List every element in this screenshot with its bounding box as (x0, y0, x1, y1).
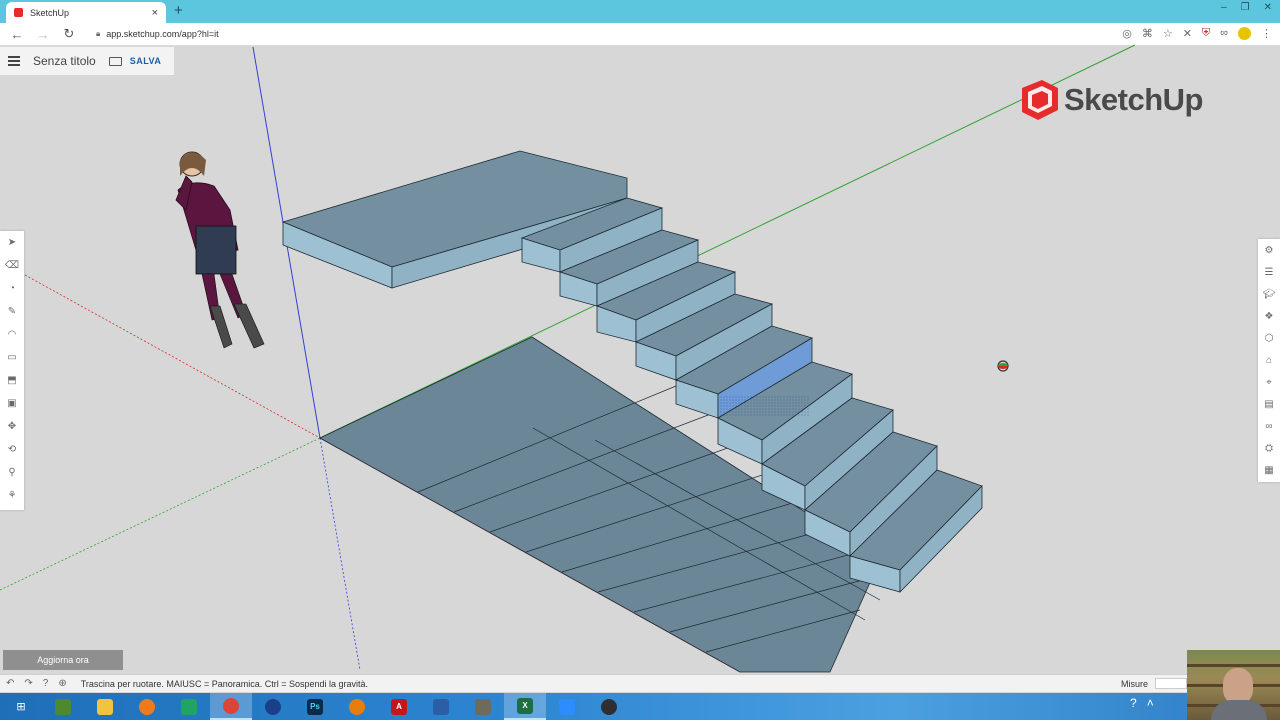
logo-text: SketchUp (1064, 82, 1203, 117)
help-icon[interactable]: ? (43, 678, 49, 689)
materials-icon[interactable]: ⌂ (1258, 349, 1280, 371)
measurements-input[interactable] (1155, 678, 1187, 689)
sketchup-logo-icon (1022, 80, 1058, 120)
blue-axis-negative (319, 437, 361, 671)
status-hint: Trascina per ruotare. MAIUSC = Panoramic… (80, 678, 369, 689)
solid-inspector-icon[interactable]: ⛭ (1258, 437, 1280, 459)
tags-icon[interactable]: ⌖ (1258, 371, 1280, 393)
left-toolbar: ➤ ⌫ ◔ ✎ ◠ ▭ ⬒ ▣ ✥ ⟲ ⚲ ⚘ (0, 231, 24, 510)
system-tray: ? ˄ (1130, 696, 1154, 710)
sheets-icon[interactable] (168, 693, 210, 720)
sketchup-logo: SketchUp (1018, 78, 1203, 122)
presenter-shirt (1211, 700, 1267, 720)
move-tool-icon[interactable]: ▣ (0, 392, 24, 415)
paint-bucket-tool-icon[interactable]: ◔ (0, 277, 24, 300)
selection-hatch (720, 396, 810, 416)
hamburger-menu-icon[interactable] (8, 56, 20, 66)
file-explorer-icon[interactable] (84, 693, 126, 720)
arc-tool-icon[interactable]: ◠ (0, 323, 24, 346)
globe-icon[interactable]: ⊕ (58, 678, 66, 689)
excel-icon[interactable]: X (504, 693, 546, 720)
cinema4d-icon[interactable] (252, 693, 294, 720)
entity-info-icon[interactable]: ⚙ (1258, 239, 1280, 261)
minecraft-icon[interactable] (42, 693, 84, 720)
status-icons: ↶ ↷ ? ⊕ (6, 678, 67, 689)
walk-tool-icon[interactable]: ⚘ (0, 484, 24, 507)
blender-icon[interactable] (336, 693, 378, 720)
instructor-icon[interactable]: 🎓︎ (1258, 283, 1280, 305)
orbit-tool-icon[interactable]: ⟲ (0, 438, 24, 461)
webcam-overlay (1187, 650, 1280, 720)
offset-tool-icon[interactable]: ✥ (0, 415, 24, 438)
save-button[interactable]: SALVA (130, 56, 162, 66)
redo-icon[interactable]: ↷ (24, 678, 32, 689)
tray-chevron-icon[interactable]: ˄ (1147, 696, 1154, 710)
presenter-face (1223, 668, 1253, 704)
document-title[interactable]: Senza titolo (33, 54, 96, 68)
app-header: Senza titolo SALVA (0, 47, 174, 75)
scenes-icon[interactable]: ▤ (1258, 393, 1280, 415)
right-panel-toolbar: ⚙ ☰ 🎓︎ ❖ ⬡ ⌂ ⌖ ▤ ∞ ⛭ ▦ (1258, 239, 1280, 482)
push-pull-tool-icon[interactable]: ⬒ (0, 369, 24, 392)
display-icon[interactable]: ∞ (1258, 415, 1280, 437)
red-axis-negative (24, 274, 321, 439)
firefox-icon[interactable] (126, 693, 168, 720)
green-axis-negative (0, 437, 321, 591)
select-tool-icon[interactable]: ➤ (0, 231, 24, 254)
acrobat-icon[interactable]: A (378, 693, 420, 720)
tape-measure-tool-icon[interactable]: ⚲ (0, 461, 24, 484)
eraser-tool-icon[interactable]: ⌫ (0, 254, 24, 277)
update-now-button[interactable]: Aggiorna ora (3, 650, 123, 670)
help-tray-icon[interactable]: ? (1130, 696, 1137, 710)
orbit-cursor-icon (997, 360, 1009, 372)
zoom-icon[interactable] (546, 693, 588, 720)
extensions-icon[interactable]: ▦ (1258, 459, 1280, 481)
folder-icon[interactable] (108, 56, 122, 66)
chrome-icon[interactable] (210, 693, 252, 720)
windows-taskbar: ⊞ Ps A X ? ˄ (0, 693, 1280, 720)
undo-icon[interactable]: ↶ (6, 678, 14, 689)
start-button-icon[interactable]: ⊞ (0, 693, 42, 720)
outliner-icon[interactable]: ☰ (1258, 261, 1280, 283)
obs-icon[interactable] (588, 693, 630, 720)
scale-figure (175, 151, 265, 349)
status-bar: ↶ ↷ ? ⊕ Trascina per ruotare. MAIUSC = P… (0, 674, 1280, 692)
photoshop-icon[interactable]: Ps (294, 693, 336, 720)
components-icon[interactable]: ❖ (1258, 305, 1280, 327)
virtualbox-icon[interactable] (420, 693, 462, 720)
measurements-label: Misure (1121, 679, 1149, 689)
rectangle-tool-icon[interactable]: ▭ (0, 346, 24, 369)
styles-icon[interactable]: ⬡ (1258, 327, 1280, 349)
gimp-icon[interactable] (462, 693, 504, 720)
pencil-tool-icon[interactable]: ✎ (0, 300, 24, 323)
